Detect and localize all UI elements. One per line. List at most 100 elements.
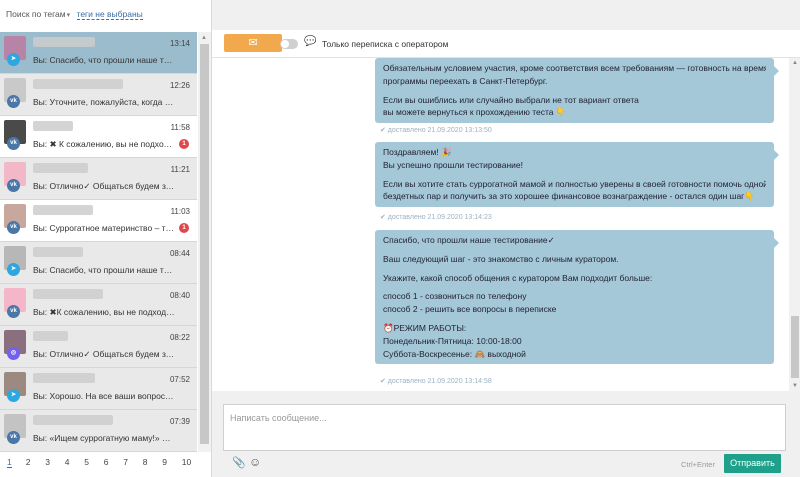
message-line: бездетных пар и получить за это хорошее …: [383, 191, 755, 202]
tag-search-dropdown[interactable]: Поиск по тегам: [6, 9, 66, 19]
page-link[interactable]: 10: [182, 457, 202, 467]
tags-link[interactable]: теги не выбраны: [76, 9, 143, 20]
message-line: программы переехать в Санкт-Петербург.: [383, 75, 548, 86]
contact-name-blurred: [33, 331, 68, 341]
email-button[interactable]: ✉: [224, 34, 282, 52]
conversation-time: 11:21: [170, 165, 190, 174]
page-link[interactable]: 5: [84, 457, 104, 467]
conversation-preview: Вы: Уточните, пожалуйста, когда ва...: [33, 97, 175, 107]
telegram-icon: ➤: [7, 53, 20, 66]
message-line: Понедельник-Пятница: 10:00-18:00: [383, 335, 522, 346]
delivery-status: ✔ доставлено 21.09.2020 13:14:58: [380, 378, 492, 385]
page-link[interactable]: 1: [7, 457, 12, 468]
conversation-scrollbar[interactable]: ▲: [198, 32, 211, 452]
message-line: вы можете вернуться к прохождению теста …: [383, 107, 567, 118]
unread-badge: 1: [179, 223, 189, 233]
vk-icon: vk: [7, 137, 20, 150]
conversation-time: 08:22: [169, 333, 190, 342]
conversation-preview: Вы: Спасибо, что прошли наше тест...: [33, 265, 175, 275]
contact-name-blurred: [33, 373, 95, 383]
page-link[interactable]: 9: [162, 457, 182, 467]
vk-icon: vk: [7, 221, 20, 234]
message-line: способ 2 - решить все вопросы в переписк…: [383, 304, 557, 315]
scroll-down-icon[interactable]: ▼: [792, 383, 798, 389]
conversation-time: 13:14: [169, 39, 190, 48]
vk-icon: vk: [7, 431, 20, 444]
vk-icon: vk: [7, 305, 20, 318]
message-line: Вы успешно прошли тестирование!: [383, 159, 523, 170]
conversation-item[interactable]: ➤ 08:44 Вы: Спасибо, что прошли наше тест.…: [0, 242, 197, 284]
conversation-time: 12:26: [169, 81, 190, 90]
message-line: Обязательным условием участия, кроме соо…: [383, 63, 766, 73]
message-line: способ 1 - созвониться по телефону: [383, 291, 527, 302]
conversation-item[interactable]: ➤ 13:14 Вы: Спасибо, что прошли наше тесто…: [0, 32, 197, 74]
delivery-status: ✔ доставлено 21.09.2020 13:13:50: [380, 127, 492, 134]
chat-panel: ✉ 💬 Только переписка с оператором Обязат…: [211, 0, 800, 477]
toggle-knob: [281, 40, 289, 48]
message-line: Ваш следующий шаг - это знакомство с лич…: [383, 253, 619, 264]
message-input[interactable]: Написать сообщение...: [223, 404, 786, 451]
conversation-item[interactable]: vk 11:21 Вы: Отлично✓ Общаться будем здес.…: [0, 158, 197, 200]
conversation-item[interactable]: ➤ 07:52 Вы: Хорошо. На все ваши вопросы п.…: [0, 368, 197, 410]
conversation-item[interactable]: vk 12:26 Вы: Уточните, пожалуйста, когда в…: [0, 74, 197, 116]
emoji-icon[interactable]: ☺: [249, 455, 261, 469]
vk-icon: vk: [7, 95, 20, 108]
send-button[interactable]: Отправить: [724, 454, 781, 473]
conversation-panel: Поиск по тегам▾ теги не выбраны ➤ 13:14 Вы…: [0, 0, 211, 477]
page-link[interactable]: 6: [104, 457, 124, 467]
page-link[interactable]: 3: [45, 457, 65, 467]
conversation-item[interactable]: vk 11:58 Вы: ✖ К сожалению, вы не подходит…: [0, 116, 197, 158]
scroll-thumb[interactable]: [200, 44, 209, 444]
delivery-status: ✔ доставлено 21.09.2020 13:14:23: [380, 214, 492, 221]
shortcut-hint: Ctrl+Enter: [681, 460, 715, 469]
conversation-preview: Вы: Отлично✓ Общаться будем здес...: [33, 181, 175, 191]
paperclip-icon[interactable]: 📎: [232, 456, 246, 469]
conversation-preview: Вы: Хорошо. На все ваши вопросы п...: [33, 391, 175, 401]
scroll-up-icon[interactable]: ▲: [201, 35, 207, 41]
viber-icon: ◎: [7, 347, 20, 360]
chevron-down-icon[interactable]: ▾: [67, 12, 71, 19]
page-link[interactable]: 4: [65, 457, 85, 467]
conversation-item[interactable]: vk 08:40 Вы: ✖К сожалению, вы не подходите…: [0, 284, 197, 326]
conversation-item[interactable]: vk 07:39 Вы: «Ищем суррогатную маму!» Если…: [0, 410, 197, 452]
conversation-preview: Вы: Суррогатное материнство – тяж...: [33, 223, 175, 233]
unread-badge: 1: [179, 139, 189, 149]
conversation-time: 08:44: [169, 249, 190, 258]
envelope-icon: ✉: [248, 37, 258, 49]
conversation-time: 11:03: [170, 207, 190, 216]
page-link[interactable]: 2: [26, 457, 46, 467]
conversation-preview: Вы: Спасибо, что прошли наше тестов...: [33, 55, 175, 65]
message-bubble: Поздравляем! 🎉 Вы успешно прошли тестиров…: [375, 142, 779, 208]
telegram-icon: ➤: [7, 263, 20, 276]
vk-icon: vk: [7, 179, 20, 192]
message-line: Если вы хотите стать суррогатной мамой и…: [383, 178, 766, 189]
conversation-preview: Вы: «Ищем суррогатную маму!» Если...: [33, 433, 175, 443]
conversation-item[interactable]: vk 11:03 Вы: Суррогатное материнство – тяж…: [0, 200, 197, 242]
contact-name-blurred: [33, 79, 123, 89]
page-link[interactable]: 7: [123, 457, 143, 467]
operator-only-toggle[interactable]: [280, 39, 298, 49]
contact-name-blurred: [33, 205, 93, 215]
page-link[interactable]: 8: [143, 457, 163, 467]
message-line: Поздравляем! 🎉: [383, 147, 452, 157]
operator-only-label: Только переписка с оператором: [322, 39, 449, 49]
conversation-time: 07:52: [169, 375, 190, 384]
message-line: Если вы ошиблись или случайно выбрали не…: [383, 94, 639, 105]
message-scrollbar[interactable]: ▲ ▼: [789, 58, 800, 391]
contact-name-blurred: [33, 415, 113, 425]
scroll-up-icon[interactable]: ▲: [792, 60, 798, 66]
messenger-app: Поиск по тегам▾ теги не выбраны ➤ 13:14 Вы…: [0, 0, 800, 477]
message-bubble: Спасибо, что прошли наше тестирование✓ Ва…: [375, 230, 779, 365]
conversation-time: 11:58: [170, 123, 190, 132]
conversation-list: ➤ 13:14 Вы: Спасибо, что прошли наше тесто…: [0, 32, 197, 452]
conversation-time: 07:39: [169, 417, 190, 426]
conversation-time: 08:40: [169, 291, 190, 300]
conversation-item[interactable]: ◎ 08:22 Вы: Отлично✓ Общаться будем здес..…: [0, 326, 197, 368]
contact-name-blurred: [33, 37, 95, 47]
message-composer: Написать сообщение... 📎 ☺ Ctrl+Enter Отп…: [212, 391, 800, 477]
scroll-thumb[interactable]: [791, 316, 799, 378]
message-line: Суббота-Воскресенье: 🙈 выходной: [383, 348, 526, 359]
tag-filter-bar: Поиск по тегам▾ теги не выбраны: [0, 0, 211, 28]
contact-name-blurred: [33, 163, 88, 173]
pagination: 1 2 3 4 5 6 7 8 9 10: [0, 452, 211, 477]
